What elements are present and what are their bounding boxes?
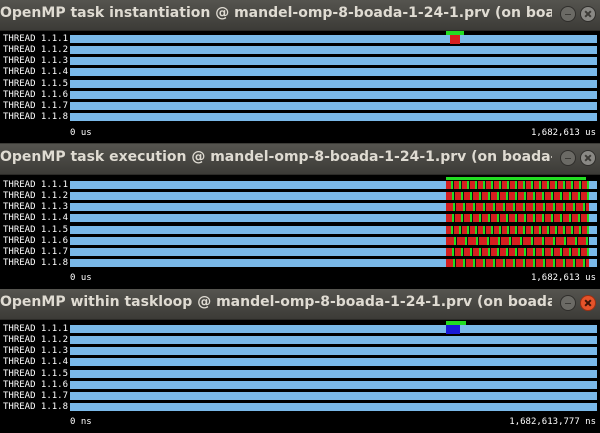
task-execution-block xyxy=(446,181,589,189)
thread-row[interactable] xyxy=(70,113,597,121)
thread-label: THREAD 1.1.4 xyxy=(3,67,69,77)
timeline-plot[interactable] xyxy=(70,177,597,271)
thread-label: THREAD 1.1.8 xyxy=(3,402,69,412)
timeline-plot[interactable] xyxy=(70,31,597,125)
thread-row[interactable] xyxy=(70,57,597,65)
thread-row[interactable] xyxy=(70,35,597,43)
event-marker-blue xyxy=(446,325,460,334)
time-axis-start: 0 ns xyxy=(70,417,92,427)
thread-label: THREAD 1.1.2 xyxy=(3,191,69,201)
window-title: OpenMP within taskloop @ mandel-omp-8-bo… xyxy=(0,294,552,310)
window-title: OpenMP task execution @ mandel-omp-8-boa… xyxy=(0,149,552,165)
thread-label: THREAD 1.1.8 xyxy=(3,258,69,268)
titlebar[interactable]: OpenMP task instantiation @ mandel-omp-8… xyxy=(0,0,600,31)
thread-label: THREAD 1.1.8 xyxy=(3,112,69,122)
thread-label: THREAD 1.1.5 xyxy=(3,225,69,235)
thread-label: THREAD 1.1.1 xyxy=(3,180,69,190)
window-within-taskloop: OpenMP within taskloop @ mandel-omp-8-bo… xyxy=(0,289,600,433)
task-execution-block xyxy=(446,226,589,234)
task-execution-block xyxy=(446,237,589,245)
time-axis-start: 0 us xyxy=(70,273,92,283)
thread-row[interactable] xyxy=(70,403,597,411)
thread-row[interactable] xyxy=(70,358,597,366)
thread-label: THREAD 1.1.5 xyxy=(3,369,69,379)
minimize-button[interactable] xyxy=(560,295,576,311)
window-task-instantiation: OpenMP task instantiation @ mandel-omp-8… xyxy=(0,0,600,143)
thread-label: THREAD 1.1.7 xyxy=(3,247,69,257)
thread-label: THREAD 1.1.6 xyxy=(3,236,69,246)
thread-label: THREAD 1.1.3 xyxy=(3,202,69,212)
thread-row[interactable] xyxy=(70,381,597,389)
thread-label: THREAD 1.1.1 xyxy=(3,324,69,334)
thread-row[interactable] xyxy=(70,392,597,400)
close-button[interactable] xyxy=(580,150,596,166)
thread-label: THREAD 1.1.6 xyxy=(3,380,69,390)
time-axis-end: 1,682,613,777 ns xyxy=(509,417,596,427)
thread-row[interactable] xyxy=(70,336,597,344)
thread-label: THREAD 1.1.4 xyxy=(3,213,69,223)
close-button[interactable] xyxy=(580,295,596,311)
thread-label: THREAD 1.1.3 xyxy=(3,346,69,356)
titlebar[interactable]: OpenMP task execution @ mandel-omp-8-boa… xyxy=(0,144,600,175)
thread-row[interactable] xyxy=(70,91,597,99)
event-marker-red xyxy=(450,35,460,44)
task-execution-block xyxy=(446,214,589,222)
close-button[interactable] xyxy=(580,6,596,22)
thread-label: THREAD 1.1.6 xyxy=(3,90,69,100)
thread-label: THREAD 1.1.7 xyxy=(3,101,69,111)
thread-row[interactable] xyxy=(70,347,597,355)
minimize-button[interactable] xyxy=(560,150,576,166)
thread-row[interactable] xyxy=(70,102,597,110)
thread-label: THREAD 1.1.4 xyxy=(3,357,69,367)
event-marker-green xyxy=(446,177,586,180)
thread-label: THREAD 1.1.1 xyxy=(3,34,69,44)
window-title: OpenMP task instantiation @ mandel-omp-8… xyxy=(0,5,552,21)
thread-row[interactable] xyxy=(70,68,597,76)
titlebar[interactable]: OpenMP within taskloop @ mandel-omp-8-bo… xyxy=(0,289,600,320)
window-task-execution: OpenMP task execution @ mandel-omp-8-boa… xyxy=(0,144,600,289)
thread-label: THREAD 1.1.3 xyxy=(3,56,69,66)
thread-row[interactable] xyxy=(70,370,597,378)
task-execution-block xyxy=(446,248,589,256)
time-axis-end: 1,682,613 us xyxy=(530,273,596,283)
minimize-button[interactable] xyxy=(560,6,576,22)
task-execution-block xyxy=(446,259,589,267)
task-execution-block xyxy=(446,203,589,211)
thread-row[interactable] xyxy=(70,80,597,88)
thread-label: THREAD 1.1.7 xyxy=(3,391,69,401)
time-axis-end: 1,682,613 us xyxy=(530,128,596,138)
time-axis-start: 0 us xyxy=(70,128,92,138)
thread-row[interactable] xyxy=(70,46,597,54)
timeline-plot[interactable] xyxy=(70,321,597,415)
thread-label: THREAD 1.1.2 xyxy=(3,45,69,55)
thread-row[interactable] xyxy=(70,325,597,333)
thread-label: THREAD 1.1.2 xyxy=(3,335,69,345)
task-execution-block xyxy=(446,192,589,200)
thread-label: THREAD 1.1.5 xyxy=(3,79,69,89)
